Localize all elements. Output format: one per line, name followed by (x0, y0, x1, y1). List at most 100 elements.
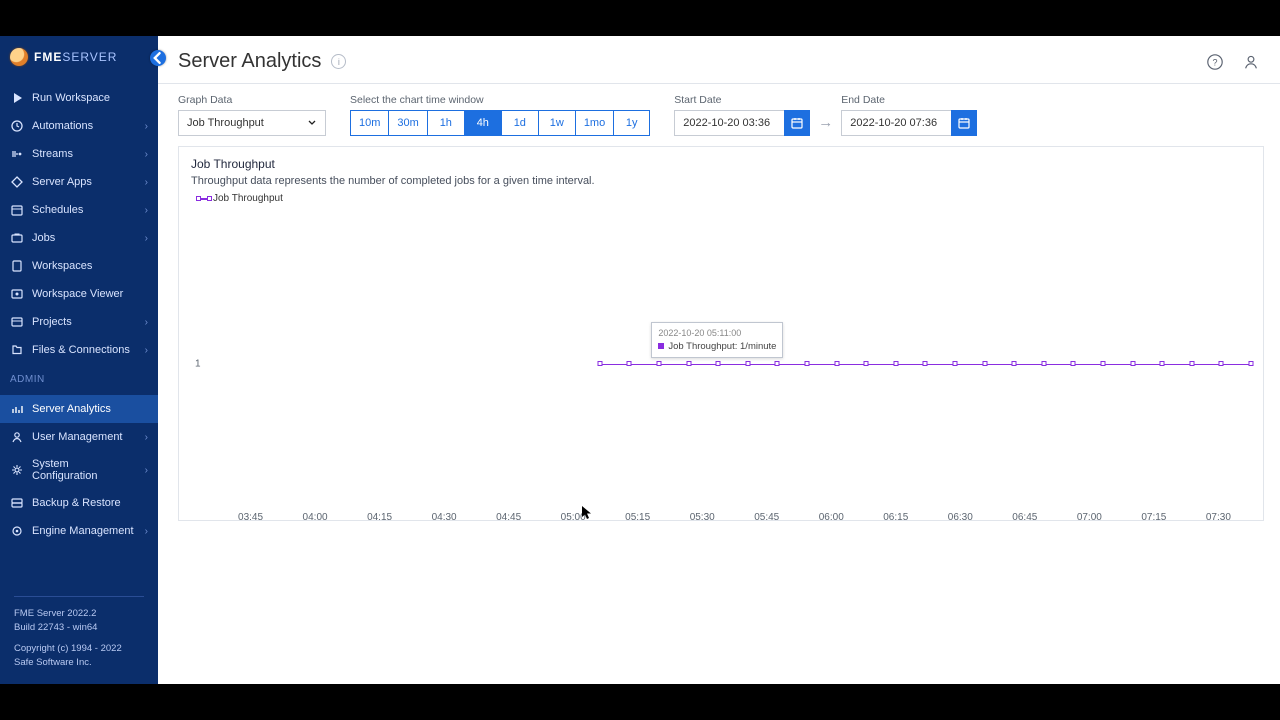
time-window-10m[interactable]: 10m (350, 110, 388, 136)
sidebar-item-label: Backup & Restore (32, 497, 121, 509)
chart-point[interactable] (1249, 361, 1254, 366)
chart-point[interactable] (1071, 361, 1076, 366)
sidebar-item-label: User Management (32, 431, 123, 443)
chart-point[interactable] (627, 361, 632, 366)
chevron-down-icon (307, 118, 317, 128)
chart-point[interactable] (775, 361, 780, 366)
sidebar-item-workspace-viewer[interactable]: Workspace Viewer (0, 280, 158, 308)
workspaces-icon (10, 259, 24, 273)
play-icon (10, 91, 24, 105)
sidebar-header: FMESERVER (0, 36, 158, 78)
chart-point[interactable] (804, 361, 809, 366)
sidebar-item-backup-restore[interactable]: Backup & Restore (0, 489, 158, 517)
chevron-right-icon: › (145, 177, 148, 188)
chart-point[interactable] (923, 361, 928, 366)
chart-point[interactable] (716, 361, 721, 366)
chart-point[interactable] (597, 361, 602, 366)
time-window-1mo[interactable]: 1mo (575, 110, 613, 136)
chart-point[interactable] (952, 361, 957, 366)
chart-point[interactable] (864, 361, 869, 366)
nav-main: Run WorkspaceAutomations›Streams›Server … (0, 84, 158, 364)
time-buttons: 10m30m1h4h1d1w1mo1y (350, 110, 650, 136)
x-tick: 05:45 (754, 512, 779, 523)
x-tick: 04:15 (367, 512, 392, 523)
chart-series-line (600, 364, 1251, 365)
time-window-group: Select the chart time window 10m30m1h4h1… (350, 94, 650, 136)
controls-bar: Graph Data Job Throughput Select the cha… (158, 84, 1280, 142)
sidebar-item-streams[interactable]: Streams› (0, 140, 158, 168)
chart-point[interactable] (656, 361, 661, 366)
chart-point[interactable] (1130, 361, 1135, 366)
backup-icon (10, 496, 24, 510)
sidebar-item-label: Server Apps (32, 176, 92, 188)
sidebar-item-label: Run Workspace (32, 92, 110, 104)
user-icon[interactable] (1242, 53, 1260, 71)
chart-subtitle: Throughput data represents the number of… (191, 175, 1251, 187)
time-window-4h[interactable]: 4h (464, 110, 501, 136)
x-tick: 05:30 (690, 512, 715, 523)
chart-tooltip: 2022-10-20 05:11:00 Job Throughput: 1/mi… (651, 322, 783, 358)
sidebar-item-engine-management[interactable]: Engine Management› (0, 517, 158, 545)
chart-point[interactable] (745, 361, 750, 366)
time-window-label: Select the chart time window (350, 94, 650, 106)
sidebar-item-system-configuration[interactable]: System Configuration› (0, 451, 158, 489)
chart-point[interactable] (1041, 361, 1046, 366)
time-window-1w[interactable]: 1w (538, 110, 575, 136)
calendar-icon (957, 116, 971, 130)
admin-section-label: ADMIN (0, 364, 158, 389)
graph-data-select[interactable]: Job Throughput (178, 110, 326, 136)
x-tick: 06:15 (883, 512, 908, 523)
y-tick: 1 (195, 359, 201, 370)
sidebar-item-label: Schedules (32, 204, 83, 216)
sidebar-item-label: Server Analytics (32, 403, 111, 415)
users-icon (10, 430, 24, 444)
sidebar-item-schedules[interactable]: Schedules› (0, 196, 158, 224)
page-title: Server Analytics (178, 50, 321, 73)
chart-point[interactable] (893, 361, 898, 366)
arrow-right-icon: → (818, 114, 833, 131)
chart-point[interactable] (1100, 361, 1105, 366)
legend-marker-icon (199, 198, 209, 200)
sidebar-item-server-apps[interactable]: Server Apps › (0, 168, 158, 196)
legend-label: Job Throughput (213, 193, 283, 204)
help-icon[interactable]: ? (1206, 53, 1224, 71)
time-window-30m[interactable]: 30m (388, 110, 426, 136)
chart-point[interactable] (834, 361, 839, 366)
sidebar-item-label: Jobs (32, 232, 55, 244)
files-icon (10, 343, 24, 357)
chevron-right-icon: › (145, 465, 148, 476)
chart-point[interactable] (1012, 361, 1017, 366)
chevron-right-icon: › (145, 432, 148, 443)
chart-plot-area[interactable]: 1 2022-10-20 05:11:00 Job Throughput: 1/… (199, 214, 1251, 514)
collapse-sidebar-button[interactable] (150, 50, 166, 66)
start-date-input[interactable]: 2022-10-20 03:36 (674, 110, 784, 136)
x-tick: 06:00 (819, 512, 844, 523)
sidebar-item-projects[interactable]: Projects› (0, 308, 158, 336)
chart-point[interactable] (1219, 361, 1224, 366)
chart-point[interactable] (982, 361, 987, 366)
graph-data-label: Graph Data (178, 94, 326, 106)
info-icon[interactable]: i (331, 54, 346, 69)
analytics-icon (10, 402, 24, 416)
sidebar-item-files-connections[interactable]: Files & Connections› (0, 336, 158, 364)
time-window-1y[interactable]: 1y (613, 110, 650, 136)
end-date-input[interactable]: 2022-10-20 07:36 (841, 110, 951, 136)
chevron-right-icon: › (145, 345, 148, 356)
chart-point[interactable] (1160, 361, 1165, 366)
chart-point[interactable] (686, 361, 691, 366)
sidebar-item-jobs[interactable]: Jobs› (0, 224, 158, 252)
end-date-picker-button[interactable] (951, 110, 977, 136)
sidebar-item-workspaces[interactable]: Workspaces (0, 252, 158, 280)
sidebar-item-run-workspace[interactable]: Run Workspace (0, 84, 158, 112)
time-window-1d[interactable]: 1d (501, 110, 538, 136)
chart-point[interactable] (1189, 361, 1194, 366)
projects-icon (10, 315, 24, 329)
chart-legend[interactable]: Job Throughput (199, 193, 1251, 204)
sidebar-item-automations[interactable]: Automations› (0, 112, 158, 140)
brand-text: FMESERVER (34, 50, 117, 64)
start-date-picker-button[interactable] (784, 110, 810, 136)
sidebar-footer: FME Server 2022.2 Build 22743 - win64 Co… (0, 586, 158, 684)
time-window-1h[interactable]: 1h (427, 110, 464, 136)
sidebar-item-user-management[interactable]: User Management › (0, 423, 158, 451)
sidebar-item-server-analytics[interactable]: Server Analytics (0, 395, 158, 423)
